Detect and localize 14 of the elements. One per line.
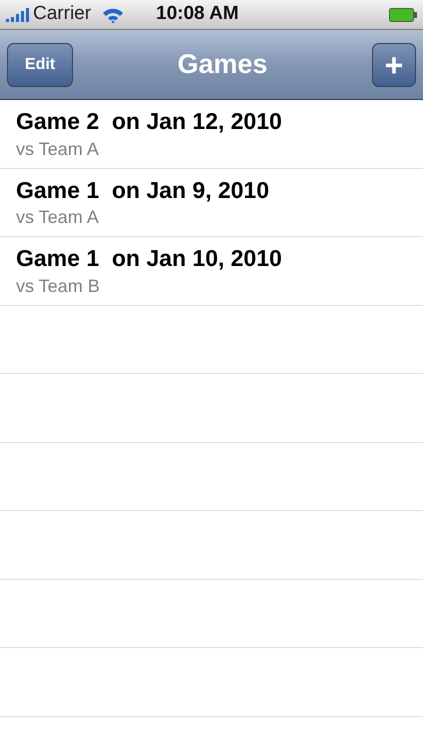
game-subtitle: vs Team A <box>16 138 100 160</box>
edit-button[interactable]: Edit <box>7 42 73 86</box>
add-button[interactable]: + <box>372 42 416 86</box>
game-subtitle: vs Team A <box>16 206 100 229</box>
game-title[interactable]: Game 1 on Jan 10, 2010 <box>16 244 407 273</box>
carrier-label: Carrier <box>33 2 92 26</box>
signal-icon <box>6 8 30 22</box>
battery-icon <box>389 8 417 22</box>
game-title[interactable]: Game 2 on Jan 12, 2010 <box>16 107 407 136</box>
wifi-icon <box>102 6 124 22</box>
game-title[interactable]: Game 1 on Jan 9, 2010 <box>16 176 407 204</box>
clock-time: 10:08 AM <box>156 2 240 26</box>
game-subtitle: vs Team B <box>16 274 101 298</box>
navigation-title: Games <box>177 48 268 82</box>
